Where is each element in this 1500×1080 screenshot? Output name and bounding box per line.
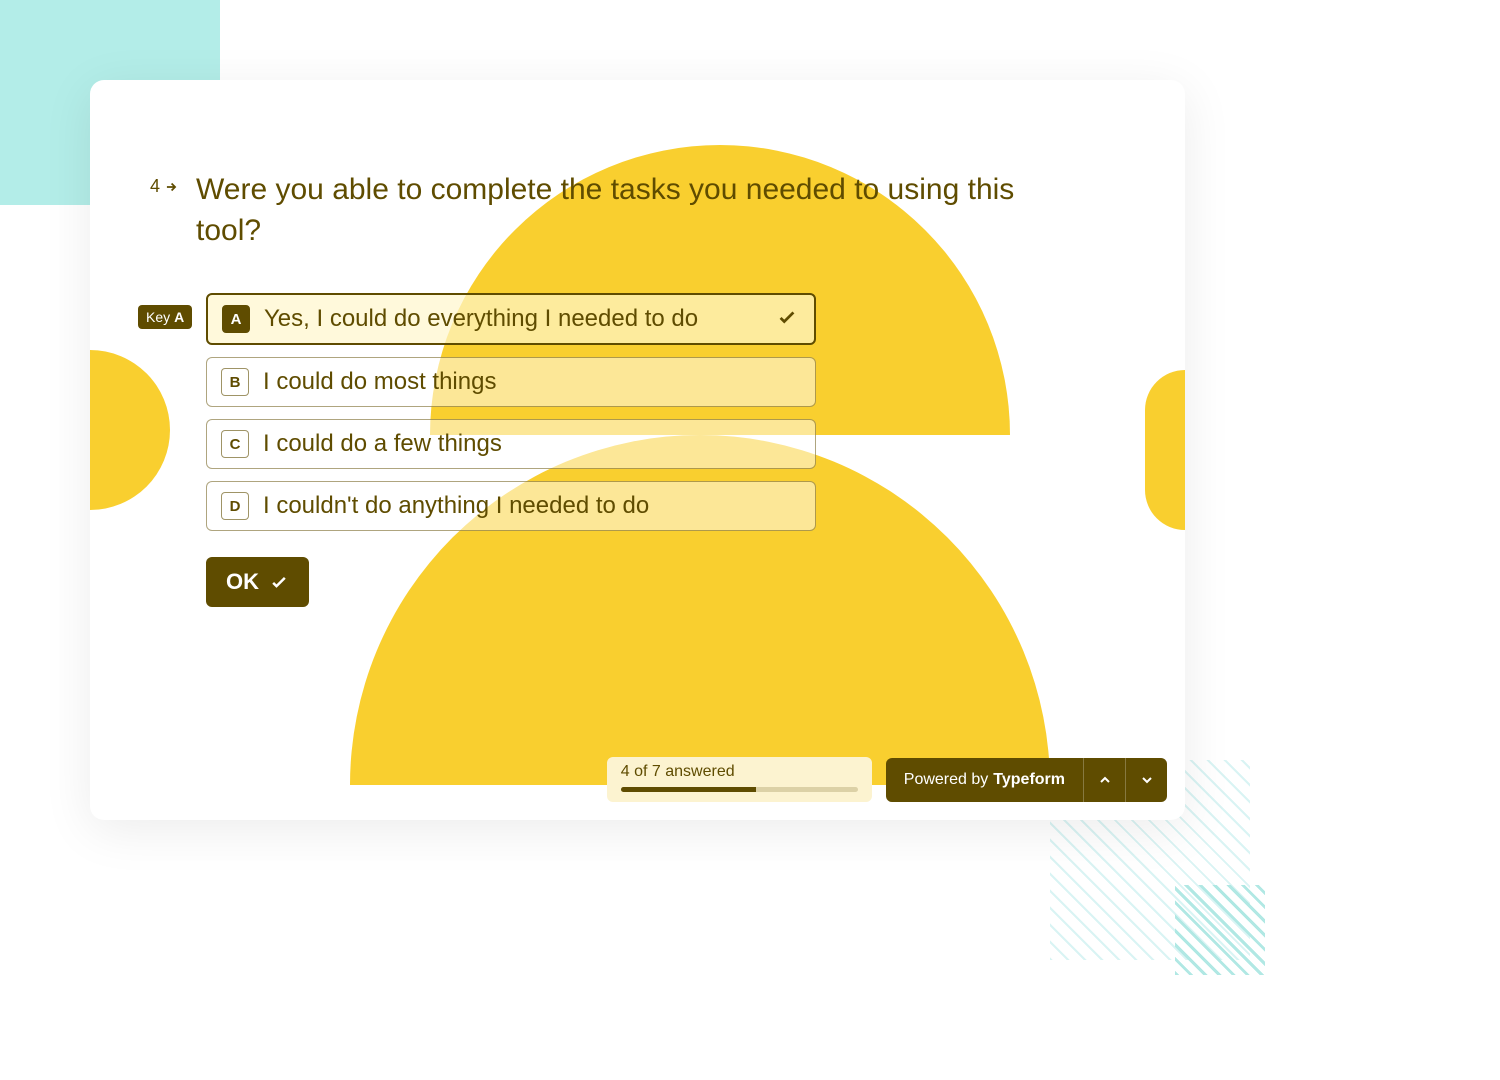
bg-hatch-pattern-small [1175, 885, 1265, 975]
question-number: 4 [150, 176, 178, 197]
prev-question-button[interactable] [1083, 758, 1125, 802]
survey-window: 4 Were you able to complete the tasks yo… [90, 80, 1185, 820]
option-d[interactable]: D I couldn't do anything I needed to do [206, 481, 816, 531]
option-a[interactable]: A Yes, I could do everything I needed to… [206, 293, 816, 345]
option-c[interactable]: C I could do a few things [206, 419, 816, 469]
ok-button[interactable]: OK [206, 557, 309, 607]
progress-label: 4 of 7 answered [621, 763, 858, 781]
option-label: I couldn't do anything I needed to do [263, 492, 649, 520]
arrow-right-icon [164, 180, 178, 194]
option-key: C [221, 430, 249, 458]
question-number-value: 4 [150, 176, 160, 197]
chevron-up-icon [1097, 772, 1113, 788]
option-key: D [221, 492, 249, 520]
powered-prefix: Powered by [904, 771, 989, 789]
powered-brand: Typeform [993, 771, 1065, 789]
option-b[interactable]: B I could do most things [206, 357, 816, 407]
check-icon [776, 306, 798, 333]
option-label: I could do most things [263, 368, 496, 396]
question-text: Were you able to complete the tasks you … [196, 170, 1085, 251]
footer-bar: 4 of 7 answered Powered by Typeform [607, 757, 1167, 802]
ok-button-label: OK [226, 569, 259, 595]
check-icon [269, 572, 289, 592]
progress-indicator[interactable]: 4 of 7 answered [607, 757, 872, 802]
question-row: 4 Were you able to complete the tasks yo… [150, 170, 1085, 251]
option-label: I could do a few things [263, 430, 502, 458]
chevron-down-icon [1139, 772, 1155, 788]
option-key: B [221, 368, 249, 396]
powered-by-link[interactable]: Powered by Typeform [886, 758, 1083, 802]
key-hint-tooltip: Key A [138, 305, 192, 329]
next-question-button[interactable] [1125, 758, 1167, 802]
option-label: Yes, I could do everything I needed to d… [264, 305, 698, 333]
progress-bar-fill [621, 787, 756, 792]
key-hint-letter: A [174, 309, 184, 325]
option-key: A [222, 305, 250, 333]
powered-by-bar: Powered by Typeform [886, 758, 1167, 802]
key-hint-prefix: Key [146, 309, 170, 325]
options-list: Key A A Yes, I could do everything I nee… [206, 293, 1085, 531]
progress-bar-track [621, 787, 858, 792]
